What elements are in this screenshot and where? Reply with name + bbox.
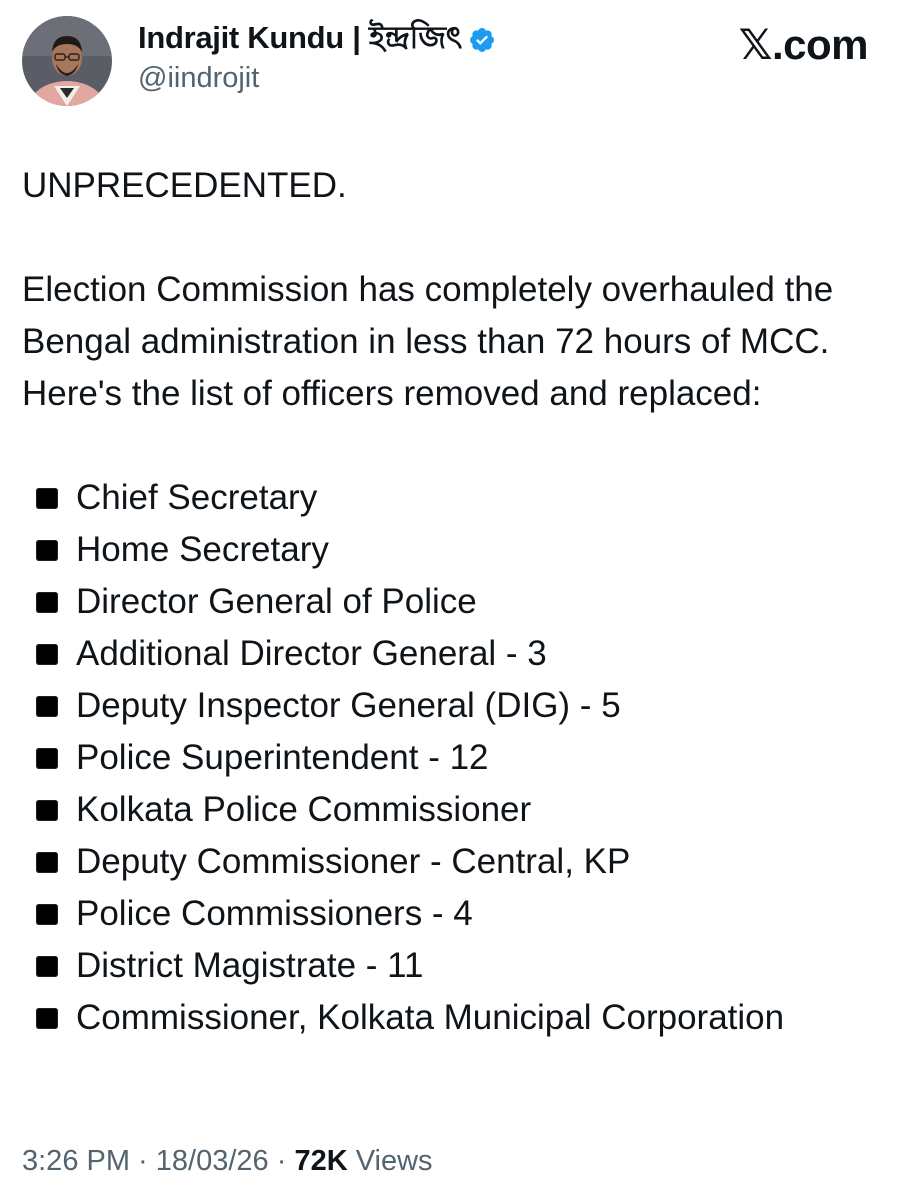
list-item-text: Commissioner, Kolkata Municipal Corporat…: [76, 998, 785, 1037]
views-label: Views: [347, 1145, 433, 1177]
verified-badge-icon: [468, 26, 496, 54]
post-body: UNPRECEDENTED. Election Commission has c…: [22, 160, 892, 1044]
list-item: Deputy Commissioner - Central, KP: [36, 836, 892, 888]
list-item-text: Deputy Commissioner - Central, KP: [76, 842, 631, 881]
list-item-text: Chief Secretary: [76, 478, 318, 517]
post-paragraph: Election Commission has completely overh…: [22, 270, 834, 413]
list-item-text: Deputy Inspector General (DIG) - 5: [76, 686, 621, 725]
black-square-icon: [36, 539, 58, 561]
brand-logo: 𝕏.com: [738, 20, 869, 69]
display-name[interactable]: Indrajit Kundu | ইন্দ্রজিৎ: [138, 14, 462, 66]
black-square-icon: [36, 1007, 58, 1029]
post-date[interactable]: 18/03/26: [156, 1145, 269, 1177]
list-item: Police Superintendent - 12: [36, 732, 892, 784]
list-item: Commissioner, Kolkata Municipal Corporat…: [36, 992, 892, 1044]
list-item-text: Additional Director General - 3: [76, 634, 547, 673]
list-item: Director General of Police: [36, 576, 892, 628]
list-item: Kolkata Police Commissioner: [36, 784, 892, 836]
name-row: Indrajit Kundu | ইন্দ্রজিৎ: [138, 20, 496, 60]
author-handle[interactable]: @iindrojit: [138, 62, 496, 95]
list-item: Additional Director General - 3: [36, 628, 892, 680]
list-item: Chief Secretary: [36, 472, 892, 524]
author-identity: Indrajit Kundu | ইন্দ্রজিৎ @iindrojit: [138, 20, 496, 95]
black-square-icon: [36, 695, 58, 717]
post-time[interactable]: 3:26 PM: [22, 1145, 130, 1177]
list-item-text: Kolkata Police Commissioner: [76, 790, 532, 829]
views-count[interactable]: 72K: [294, 1145, 347, 1177]
meta-separator: ·: [130, 1145, 156, 1177]
list-item-text: District Magistrate - 11: [76, 946, 424, 985]
list-item: Deputy Inspector General (DIG) - 5: [36, 680, 892, 732]
list-item-text: Police Superintendent - 12: [76, 738, 489, 777]
black-square-icon: [36, 799, 58, 821]
black-square-icon: [36, 643, 58, 665]
list-item: Police Commissioners - 4: [36, 888, 892, 940]
list-item: Home Secretary: [36, 524, 892, 576]
black-square-icon: [36, 487, 58, 509]
x-logo-icon: 𝕏: [738, 20, 773, 69]
post-header: Indrajit Kundu | ইন্দ্রজিৎ @iindrojit 𝕏.…: [20, 16, 892, 108]
avatar[interactable]: [22, 16, 112, 106]
list-item-text: Home Secretary: [76, 530, 329, 569]
black-square-icon: [36, 591, 58, 613]
list-item-text: Director General of Police: [76, 582, 477, 621]
brand-domain: .com: [771, 21, 869, 68]
list-item-text: Police Commissioners - 4: [76, 894, 473, 933]
black-square-icon: [36, 955, 58, 977]
post-meta: 3:26 PM · 18/03/26 · 72K Views: [22, 1145, 433, 1178]
officer-list: Chief Secretary Home Secretary Director …: [36, 472, 892, 1044]
meta-separator: ·: [268, 1145, 295, 1177]
avatar-image: [22, 16, 112, 106]
black-square-icon: [36, 851, 58, 873]
list-item: District Magistrate - 11: [36, 940, 892, 992]
black-square-icon: [36, 747, 58, 769]
black-square-icon: [36, 903, 58, 925]
post-headline: UNPRECEDENTED.: [22, 166, 347, 205]
